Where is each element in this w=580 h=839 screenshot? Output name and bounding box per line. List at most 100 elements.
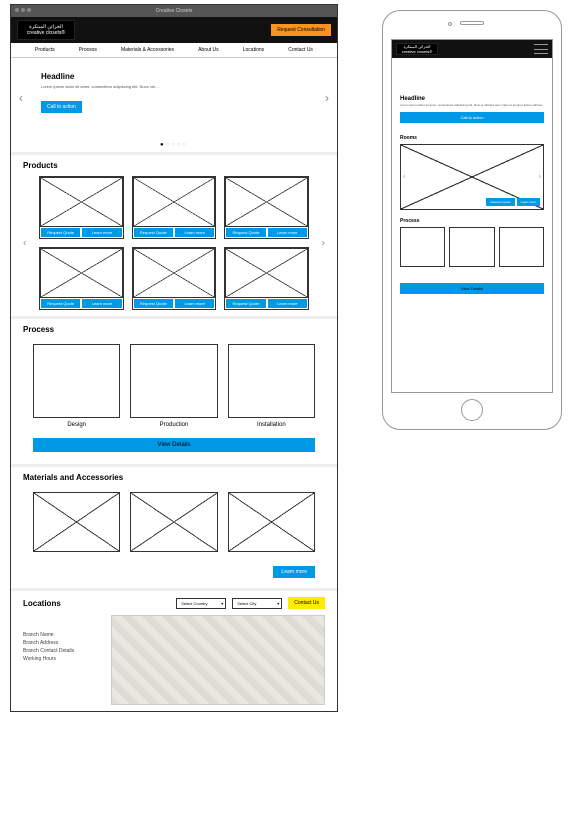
select-country-dropdown[interactable]: Select Country <box>176 598 226 609</box>
phone-camera-icon <box>448 22 452 26</box>
mobile-process-title: Process <box>400 218 544 224</box>
product-card: Request QuoteLearn more <box>132 247 217 310</box>
products-next-icon[interactable]: › <box>322 238 325 249</box>
materials-section: Materials and Accessories Learn more <box>11 464 337 588</box>
hero-cta-button[interactable]: Call to action <box>41 101 82 113</box>
contact-us-button[interactable]: Contact Us <box>288 597 325 609</box>
branch-info: Branch Name Branch Address Branch Contac… <box>23 615 103 705</box>
product-card: Request QuoteLearn more <box>39 247 124 310</box>
process-step-label: Design <box>33 422 120 428</box>
request-quote-button[interactable]: Request Quote <box>225 298 266 309</box>
nav-process[interactable]: Process <box>79 47 97 53</box>
learn-more-button[interactable]: Learn more <box>174 298 215 309</box>
request-quote-button[interactable]: Request Quote <box>133 227 174 238</box>
map-placeholder[interactable] <box>111 615 325 705</box>
product-image-placeholder <box>133 248 216 298</box>
materials-title: Materials and Accessories <box>23 473 325 482</box>
product-card: Request QuoteLearn more <box>224 176 309 239</box>
locations-title: Locations <box>23 599 170 608</box>
branch-address: Branch Address <box>23 639 103 647</box>
branch-hours: Working Hours <box>23 655 103 663</box>
request-quote-button[interactable]: Request Quote <box>486 198 514 206</box>
product-image-placeholder <box>40 248 123 298</box>
process-image-placeholder <box>228 344 315 418</box>
products-prev-icon[interactable]: ‹ <box>23 238 26 249</box>
logo[interactable]: الخزائن المبتكرة creative closets® <box>396 43 438 55</box>
process-title: Process <box>23 325 325 334</box>
material-image-placeholder <box>33 492 120 552</box>
nav-about[interactable]: About Us <box>198 47 219 53</box>
mobile-hero: Headline Lorem ipsum dolor sit amet, con… <box>392 58 552 131</box>
view-details-button[interactable]: View Details <box>400 283 544 294</box>
request-quote-button[interactable]: Request Quote <box>40 227 81 238</box>
mobile-process-section: Process View Details <box>392 214 552 298</box>
mobile-hero-headline: Headline <box>400 96 544 102</box>
hero-headline: Headline <box>41 72 307 81</box>
window-titlebar: Creative Closets <box>11 5 337 17</box>
material-image-placeholder <box>228 492 315 552</box>
phone-speaker-icon <box>460 21 484 25</box>
product-card: Request QuoteLearn more <box>39 176 124 239</box>
phone-screen: الخزائن المبتكرة creative closets® Headl… <box>391 39 553 393</box>
learn-more-button[interactable]: Learn more <box>81 227 122 238</box>
logo-english: creative closets® <box>27 30 65 36</box>
hero-next-icon[interactable]: › <box>325 91 329 105</box>
process-step-label: Installation <box>228 422 315 428</box>
window-title: Creative Closets <box>156 8 193 14</box>
nav-locations[interactable]: Locations <box>243 47 264 53</box>
learn-more-button[interactable]: Learn more <box>273 566 315 578</box>
hero-body: Lorem ipsum dolor sit amet, consectetur … <box>41 84 161 89</box>
locations-section: Locations Select Country Select City Con… <box>11 588 337 711</box>
nav-products[interactable]: Products <box>35 47 55 53</box>
window-dots <box>15 8 31 12</box>
hamburger-icon[interactable] <box>534 44 548 54</box>
product-image-placeholder <box>133 177 216 227</box>
mobile-rooms-title: Rooms <box>400 135 544 141</box>
mobile-hero-cta-button[interactable]: Call to action <box>400 112 544 123</box>
request-quote-button[interactable]: Request Quote <box>40 298 81 309</box>
products-title: Products <box>23 161 325 170</box>
view-details-button[interactable]: View Details <box>33 438 315 452</box>
mobile-room-card: ‹ › Request Quote Learn more <box>400 144 544 210</box>
process-image-placeholder <box>499 227 544 267</box>
rooms-prev-icon[interactable]: ‹ <box>403 173 405 180</box>
process-card: Production <box>130 344 217 428</box>
hero: ‹ Headline Lorem ipsum dolor sit amet, c… <box>11 58 337 138</box>
learn-more-button[interactable]: Learn more <box>517 198 540 206</box>
product-image-placeholder <box>40 177 123 227</box>
hero-pagination[interactable]: ●○○○○ <box>11 138 337 152</box>
phone-home-button-icon[interactable] <box>461 399 483 421</box>
hero-prev-icon[interactable]: ‹ <box>19 91 23 105</box>
select-city-dropdown[interactable]: Select City <box>232 598 282 609</box>
product-card: Request QuoteLearn more <box>224 247 309 310</box>
product-image-placeholder <box>225 248 308 298</box>
nav-materials[interactable]: Materials & Accessories <box>121 47 174 53</box>
logo-english: creative closets® <box>402 49 433 54</box>
rooms-next-icon[interactable]: › <box>539 173 541 180</box>
branch-name: Branch Name <box>23 631 103 639</box>
mobile-wireframe: الخزائن المبتكرة creative closets® Headl… <box>382 10 562 430</box>
process-section: Process Design Production Installation V… <box>11 316 337 464</box>
process-image-placeholder <box>449 227 494 267</box>
request-quote-button[interactable]: Request Quote <box>133 298 174 309</box>
mobile-header: الخزائن المبتكرة creative closets® <box>392 40 552 58</box>
nav-contact[interactable]: Contact Us <box>288 47 313 53</box>
learn-more-button[interactable]: Learn more <box>81 298 122 309</box>
process-card: Design <box>33 344 120 428</box>
logo[interactable]: الخزائن المبتكرة creative closets® <box>17 20 75 40</box>
main-nav: Products Process Materials & Accessories… <box>11 43 337 58</box>
material-image-placeholder <box>130 492 217 552</box>
learn-more-button[interactable]: Learn more <box>267 227 308 238</box>
process-image-placeholder <box>400 227 445 267</box>
mobile-hero-body: Lorem ipsum dolor sit amet, consectetur … <box>400 104 544 108</box>
request-consultation-button[interactable]: Request Consultation <box>271 24 331 36</box>
product-card: Request QuoteLearn more <box>132 176 217 239</box>
request-quote-button[interactable]: Request Quote <box>225 227 266 238</box>
process-image-placeholder <box>130 344 217 418</box>
branch-contact: Branch Contact Details <box>23 647 103 655</box>
site-header: الخزائن المبتكرة creative closets® Reque… <box>11 17 337 43</box>
learn-more-button[interactable]: Learn more <box>174 227 215 238</box>
learn-more-button[interactable]: Learn more <box>267 298 308 309</box>
mobile-rooms-section: Rooms ‹ › Request Quote Learn more <box>392 131 552 214</box>
process-image-placeholder <box>33 344 120 418</box>
